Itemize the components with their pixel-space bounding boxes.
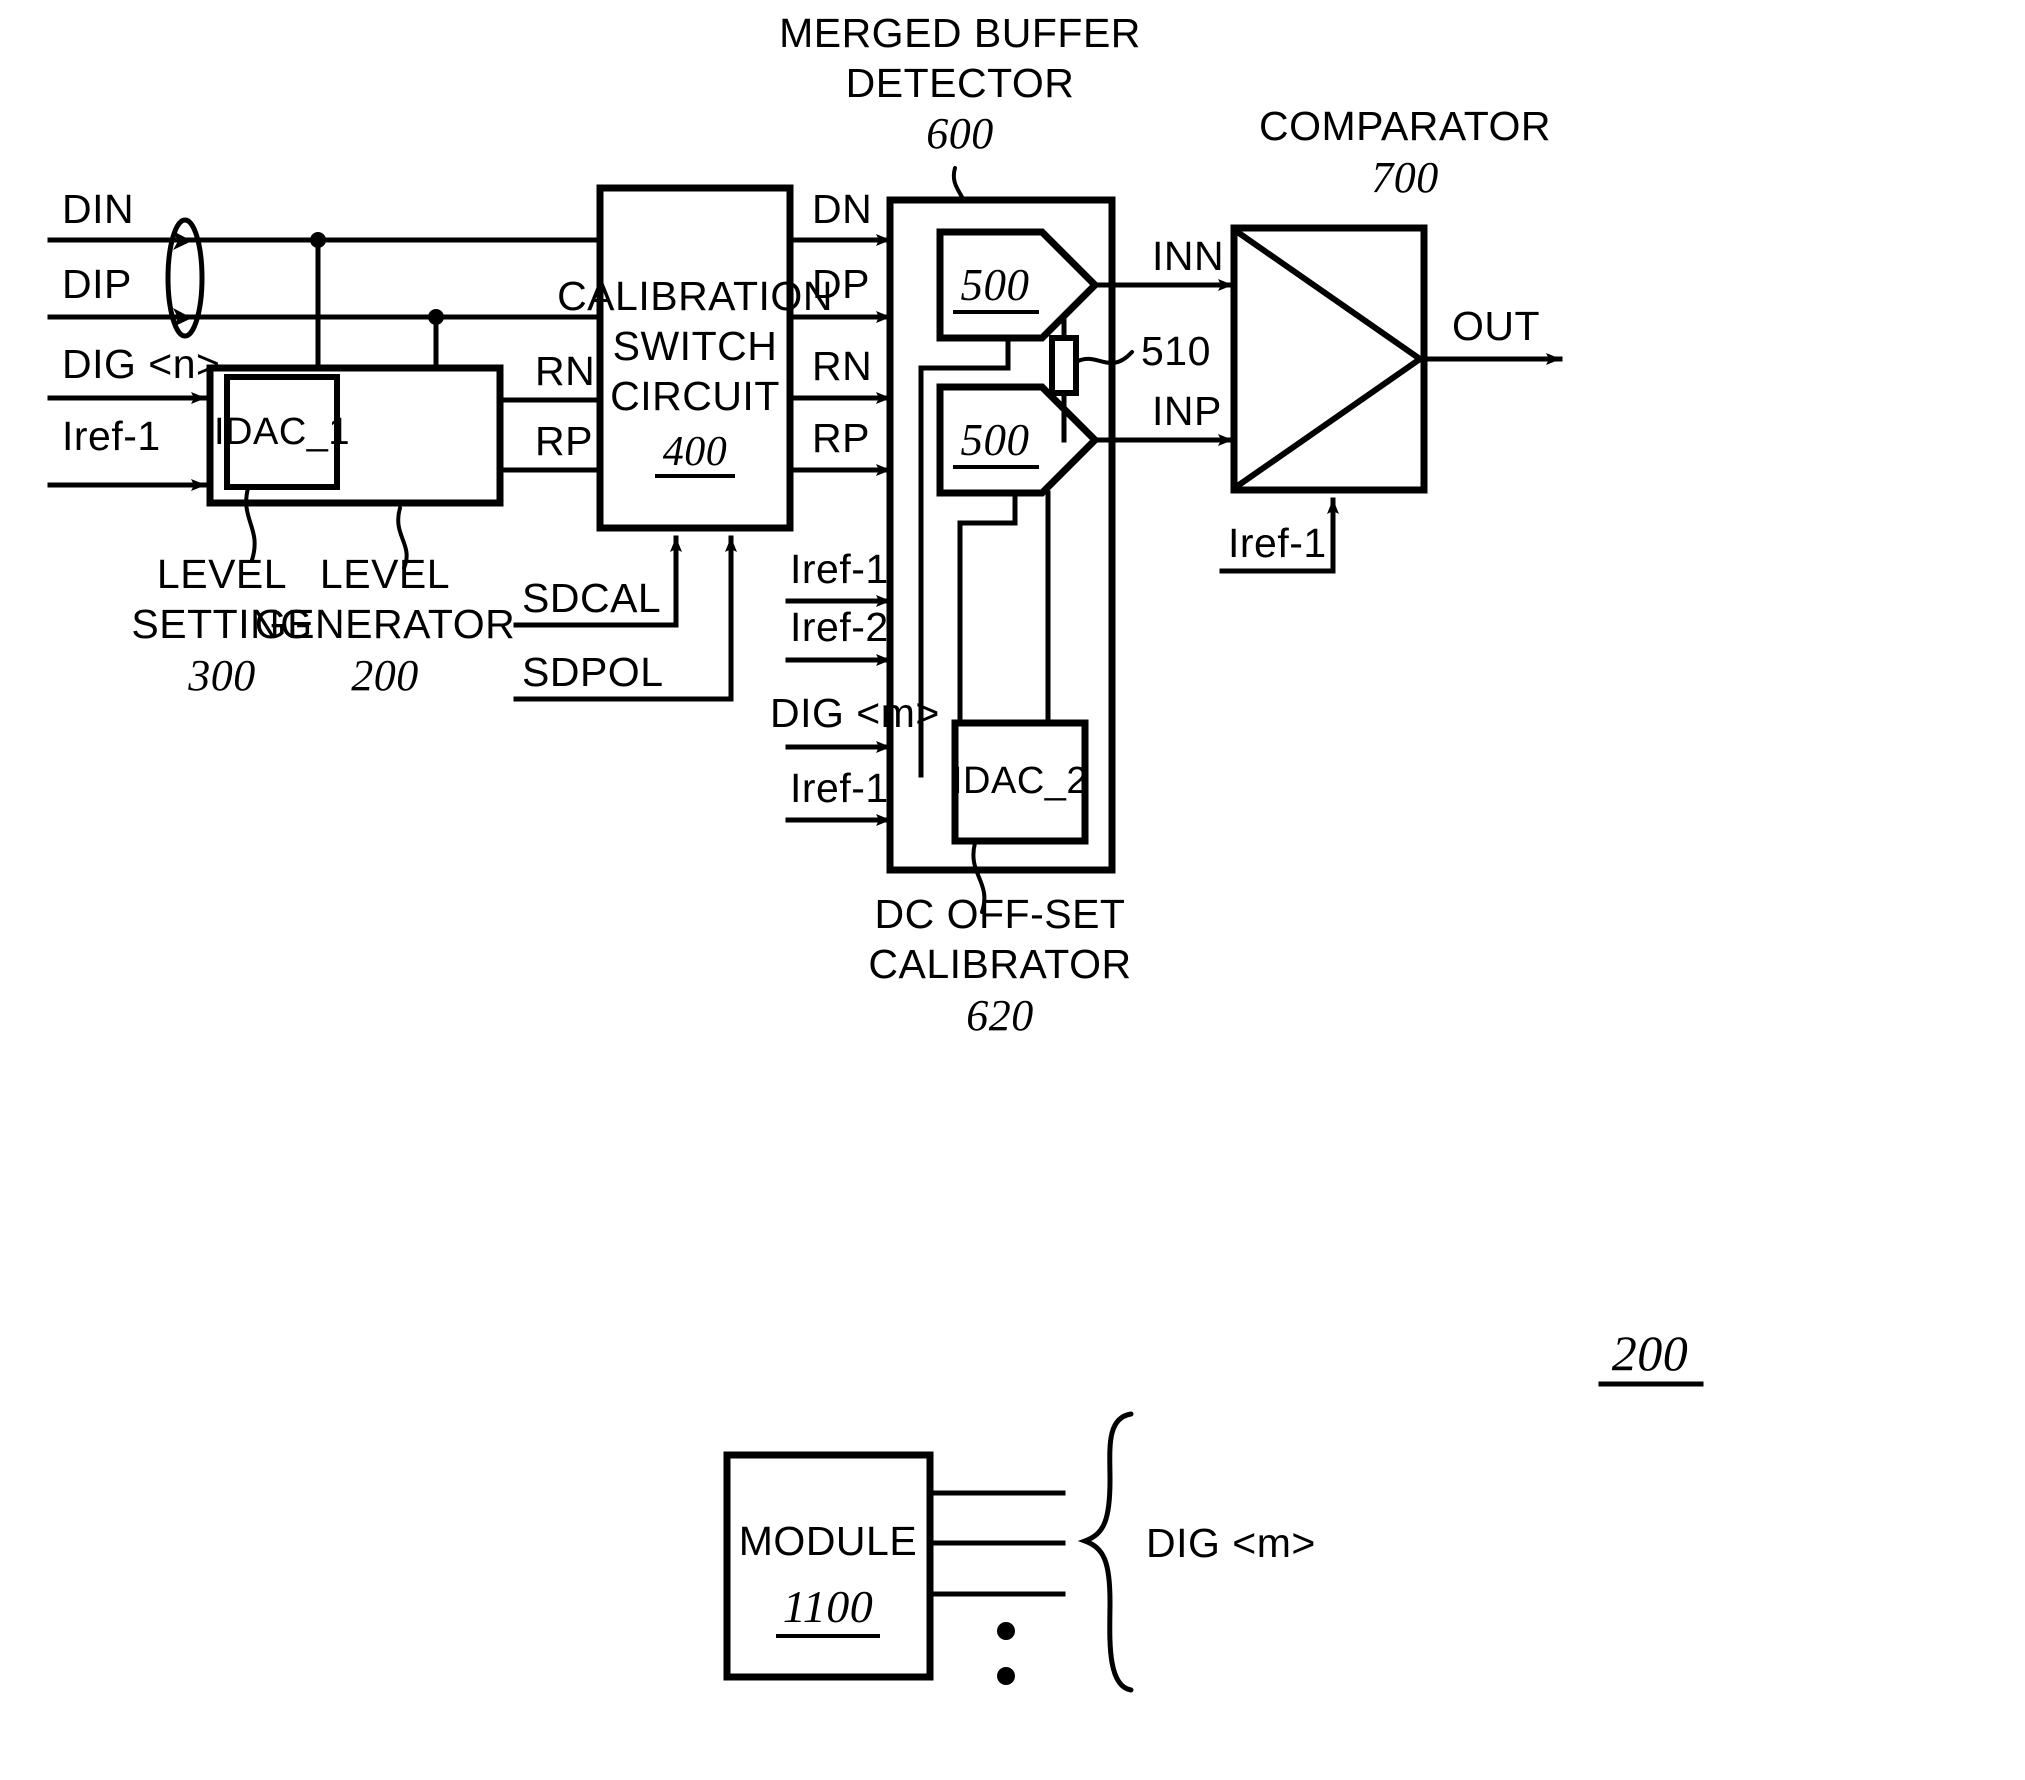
rn-signal: RN bbox=[787, 343, 893, 404]
dip-signal-line: DIP bbox=[47, 261, 603, 320]
dig-m-bus-brace: DIG <m> bbox=[1077, 1411, 1316, 1693]
dip-label: DIP bbox=[62, 261, 132, 307]
iref1-comparator-label: Iref-1 bbox=[1228, 520, 1327, 566]
iref1-detector-b-input: Iref-1 bbox=[785, 765, 893, 826]
sdpol-label: SDPOL bbox=[522, 649, 664, 695]
dn-signal: DN bbox=[787, 186, 893, 246]
level-generator-caption: LEVEL GENERATOR 200 bbox=[255, 551, 515, 700]
iref1-detector-b-label: Iref-1 bbox=[790, 765, 889, 811]
dp-label: DP bbox=[812, 261, 870, 307]
level-setting-line1: LEVEL bbox=[157, 551, 287, 597]
mbd-title-number: 600 bbox=[926, 109, 994, 158]
dig-n-label: DIG <n> bbox=[62, 341, 220, 387]
level-generator-line1: LEVEL bbox=[320, 551, 450, 597]
rp-signal: RP bbox=[787, 415, 893, 476]
iref1-comparator-input: Iref-1 bbox=[1219, 497, 1339, 574]
calibration-switch-line3: CIRCUIT bbox=[610, 373, 780, 419]
sdcal-label: SDCAL bbox=[522, 575, 661, 621]
out-label: OUT bbox=[1452, 303, 1540, 349]
dig-m-detector-label: DIG <m> bbox=[770, 690, 940, 736]
sdcal-input: SDCAL bbox=[513, 535, 682, 628]
rp-to-switch: RP bbox=[497, 418, 603, 473]
dig-m-bus-label: DIG <m> bbox=[1146, 1520, 1316, 1566]
buffer-bottom-number: 500 bbox=[961, 415, 1030, 465]
rn-detector-label: RN bbox=[812, 343, 872, 389]
rn-to-switch: RN bbox=[497, 348, 603, 403]
dc-offset-calibrator-caption: DC OFF-SET CALIBRATOR 620 bbox=[868, 891, 1131, 1040]
figure-number-text: 200 bbox=[1612, 1325, 1689, 1381]
idac2-label: IDAC_2 bbox=[952, 760, 1088, 802]
level-generator-line2: GENERATOR bbox=[255, 601, 515, 647]
out-signal: OUT bbox=[1417, 303, 1563, 365]
iref1-detector-a-input: Iref-1 bbox=[785, 546, 893, 607]
comparator-block[interactable] bbox=[1230, 224, 1428, 494]
inp-label: INP bbox=[1152, 388, 1222, 434]
buffer-top-number: 500 bbox=[961, 260, 1030, 310]
module-block[interactable]: MODULE 1100 bbox=[723, 1451, 934, 1681]
figure-number: 200 bbox=[1598, 1325, 1704, 1387]
rp-switch-input-label: RP bbox=[535, 418, 593, 464]
level-generator-number: 200 bbox=[351, 651, 419, 700]
iref1-detector-a-label: Iref-1 bbox=[790, 546, 889, 592]
inn-label: INN bbox=[1152, 233, 1224, 279]
twisted-pair-icon bbox=[165, 217, 205, 339]
module-label: MODULE bbox=[739, 1518, 917, 1564]
dc-offset-number: 620 bbox=[966, 991, 1034, 1040]
resistor-510-number: 510 bbox=[1141, 328, 1211, 374]
din-label: DIN bbox=[62, 186, 134, 232]
calibration-switch-number: 400 bbox=[663, 429, 728, 475]
iref2-detector-input: Iref-2 bbox=[785, 604, 893, 666]
calibration-switch-line2: SWITCH bbox=[613, 323, 778, 369]
patent-block-diagram: MERGED BUFFER DETECTOR 600 COMPARATOR 70… bbox=[0, 0, 2025, 1780]
mbd-title-line1: MERGED BUFFER bbox=[779, 10, 1141, 56]
idac1-label: IDAC_1 bbox=[214, 411, 350, 453]
din-signal-line: DIN bbox=[47, 186, 603, 243]
dc-offset-line1: DC OFF-SET bbox=[875, 891, 1126, 937]
level-setting-number: 300 bbox=[187, 651, 256, 700]
iref1-levelsetting-label: Iref-1 bbox=[62, 413, 161, 459]
rn-switch-input-label: RN bbox=[535, 348, 595, 394]
module-number: 1100 bbox=[783, 1581, 874, 1632]
comparator-title-text: COMPARATOR bbox=[1259, 103, 1551, 149]
dn-label: DN bbox=[812, 186, 872, 232]
calibration-switch-line1: CALIBRATION bbox=[557, 273, 833, 319]
rp-detector-label: RP bbox=[812, 415, 870, 461]
dig-n-input: DIG <n> bbox=[47, 341, 220, 404]
comparator-title-number: 700 bbox=[1371, 153, 1439, 202]
module-output-lines bbox=[927, 1490, 1066, 1685]
dc-offset-line2: CALIBRATOR bbox=[868, 941, 1131, 987]
iref2-detector-label: Iref-2 bbox=[790, 604, 889, 650]
iref1-levelsetting-input: Iref-1 bbox=[47, 413, 208, 491]
mbd-title-line2: DETECTOR bbox=[846, 60, 1075, 106]
